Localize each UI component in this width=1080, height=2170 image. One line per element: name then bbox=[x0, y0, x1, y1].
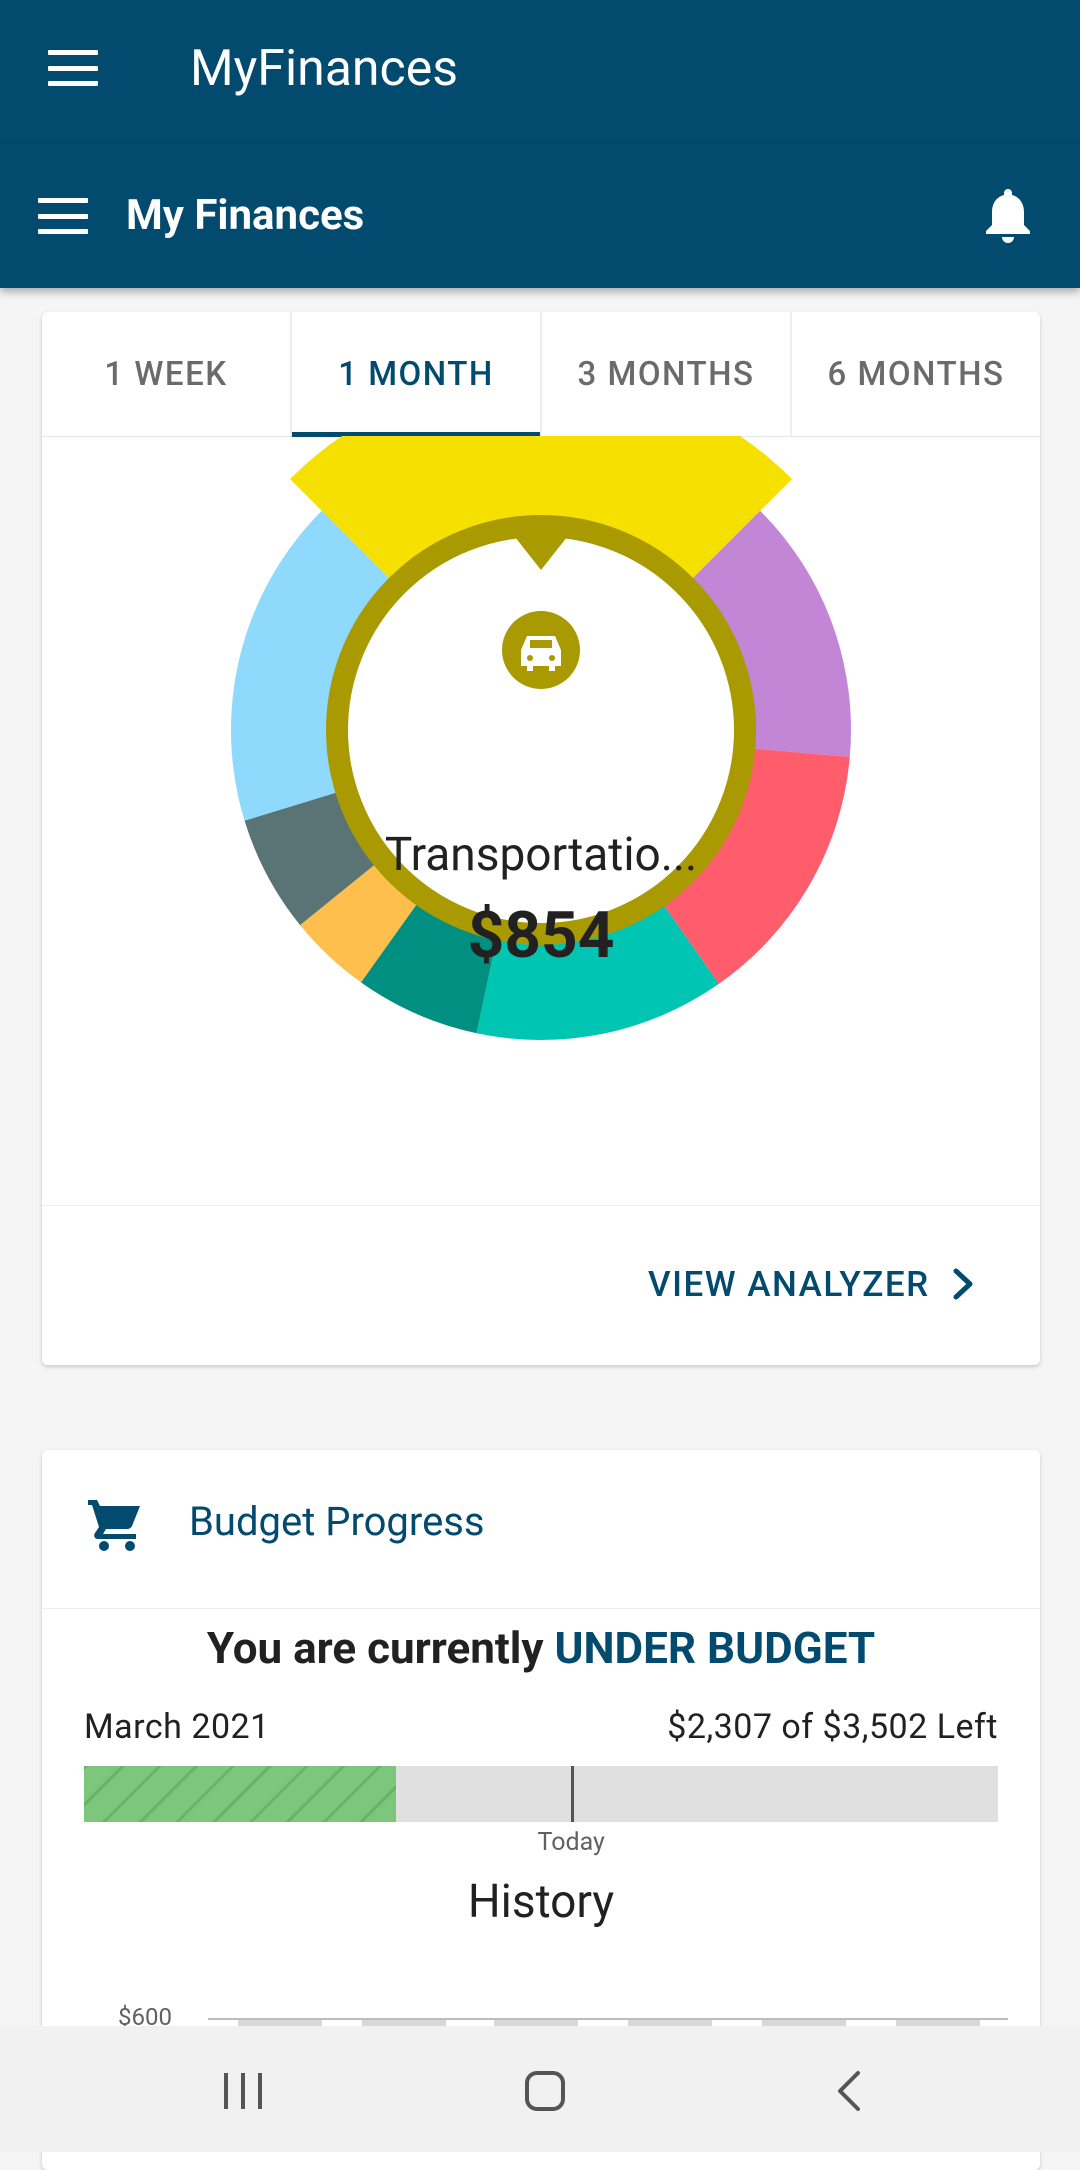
hamburger-menu-icon[interactable] bbox=[48, 50, 98, 86]
tab-3-months[interactable]: 3 MONTHS bbox=[542, 312, 792, 436]
donut-svg bbox=[231, 436, 851, 1040]
app-title: MyFinances bbox=[190, 40, 459, 98]
selected-category-amount: $854 bbox=[467, 898, 615, 973]
hamburger-menu-icon[interactable] bbox=[38, 198, 88, 234]
shopping-cart-icon bbox=[88, 1500, 140, 1551]
chevron-right-icon bbox=[953, 1268, 973, 1300]
budget-month: March 2021 bbox=[84, 1707, 270, 1747]
toolbar: My Finances bbox=[0, 145, 1080, 288]
view-analyzer-button[interactable]: VIEW ANALYZER bbox=[648, 1254, 976, 1314]
today-label: Today bbox=[537, 1828, 605, 1857]
app-top-bar: MyFinances bbox=[0, 0, 1080, 145]
view-analyzer-label: VIEW ANALYZER bbox=[648, 1263, 930, 1305]
today-marker bbox=[571, 1766, 575, 1822]
tab-1-week[interactable]: 1 WEEK bbox=[42, 312, 292, 436]
tab-1-month[interactable]: 1 MONTH bbox=[292, 312, 542, 437]
history-title: History bbox=[467, 1875, 615, 1929]
budget-progress-bar bbox=[84, 1766, 998, 1822]
car-icon bbox=[502, 611, 580, 689]
system-navigation-bar bbox=[0, 2026, 1080, 2152]
tab-6-months[interactable]: 6 MONTHS bbox=[792, 312, 1040, 436]
budget-status: You are currently UNDER BUDGET bbox=[42, 1616, 1040, 1680]
bell-icon[interactable] bbox=[982, 187, 1034, 243]
back-icon[interactable] bbox=[834, 2069, 864, 2113]
selected-category-label: Transportatio... bbox=[384, 828, 698, 882]
budget-status-value: UNDER BUDGET bbox=[554, 1622, 876, 1674]
spending-donut-chart: Transportatio... $854 bbox=[42, 436, 1040, 1207]
budget-progress-fill bbox=[84, 1766, 396, 1822]
spending-card: 1 WEEK 1 MONTH 3 MONTHS 6 MONTHS Transpo… bbox=[42, 312, 1040, 1365]
budget-progress-title: Budget Progress bbox=[189, 1498, 485, 1545]
home-icon[interactable] bbox=[524, 2070, 566, 2112]
budget-status-prefix: You are currently bbox=[206, 1622, 555, 1674]
divider bbox=[42, 1205, 1040, 1206]
divider bbox=[42, 1608, 1040, 1609]
recent-apps-icon[interactable] bbox=[222, 2071, 264, 2111]
period-tabs: 1 WEEK 1 MONTH 3 MONTHS 6 MONTHS bbox=[42, 312, 1040, 437]
page-title: My Finances bbox=[126, 191, 365, 240]
budget-remaining: $2,307 of $3,502 Left bbox=[667, 1707, 998, 1747]
